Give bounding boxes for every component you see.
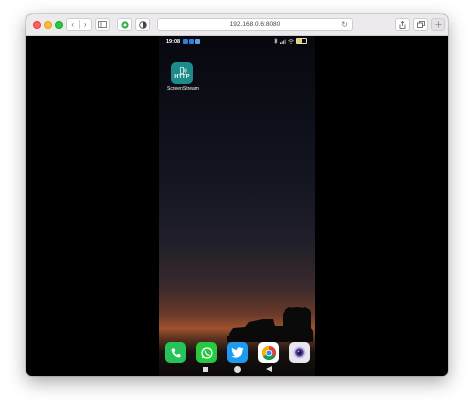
notification-icons bbox=[183, 39, 200, 44]
phone-nav-bar bbox=[159, 364, 315, 376]
battery-icon bbox=[296, 38, 307, 44]
recents-button[interactable] bbox=[203, 367, 208, 372]
screenstream-app-icon[interactable]: HTTP bbox=[171, 62, 193, 84]
camera-lens-icon bbox=[293, 346, 306, 359]
back-forward-group: ‹ › bbox=[66, 18, 92, 31]
share-icon bbox=[399, 20, 406, 29]
home-button[interactable] bbox=[234, 366, 241, 373]
phone-status-bar: 19:08 bbox=[159, 36, 315, 48]
twitter-bird-icon bbox=[231, 347, 244, 358]
truck-silhouette bbox=[227, 307, 313, 342]
app-label: ScreenStream bbox=[167, 86, 199, 92]
chrome-app-icon[interactable] bbox=[258, 342, 279, 363]
status-time: 19:08 bbox=[166, 39, 181, 45]
sidebar-toggle-button[interactable] bbox=[95, 18, 110, 31]
browser-window: ‹ › 192.168.0.6:8080 ↻ 19:08 HTTP Screen… bbox=[26, 14, 448, 376]
notification-icon bbox=[183, 39, 188, 44]
dark-mode-button[interactable] bbox=[135, 18, 150, 31]
back-nav-button[interactable] bbox=[266, 366, 272, 372]
app-icon-text: HTTP bbox=[174, 73, 190, 80]
sidebar-icon bbox=[98, 21, 107, 28]
twitter-app-icon[interactable] bbox=[227, 342, 248, 363]
maximize-window-button[interactable] bbox=[55, 21, 63, 29]
address-bar[interactable]: 192.168.0.6:8080 ↻ bbox=[157, 18, 353, 31]
browser-toolbar: ‹ › 192.168.0.6:8080 ↻ bbox=[26, 14, 448, 36]
show-tabs-button[interactable] bbox=[413, 18, 428, 31]
whatsapp-icon bbox=[200, 346, 213, 359]
phone-handset-icon bbox=[171, 348, 180, 357]
share-button[interactable] bbox=[395, 18, 410, 31]
new-tab-button[interactable] bbox=[431, 18, 445, 31]
forward-button[interactable]: › bbox=[80, 20, 92, 29]
phone-screen-stream[interactable]: 19:08 HTTP ScreenStream bbox=[159, 36, 315, 376]
whatsapp-app-icon[interactable] bbox=[196, 342, 217, 363]
close-window-button[interactable] bbox=[33, 21, 41, 29]
notification-icon bbox=[189, 39, 194, 44]
phone-app-icon[interactable] bbox=[165, 342, 186, 363]
system-icons bbox=[274, 38, 307, 44]
reload-icon[interactable]: ↻ bbox=[341, 20, 348, 29]
back-button[interactable]: ‹ bbox=[67, 20, 80, 29]
camera-app-icon[interactable] bbox=[289, 342, 310, 363]
minimize-window-button[interactable] bbox=[44, 21, 52, 29]
shield-icon bbox=[120, 20, 129, 29]
signal-icon bbox=[280, 39, 286, 44]
phone-broadcast-icon bbox=[179, 66, 187, 74]
bluetooth-icon bbox=[274, 38, 278, 44]
page-content: 19:08 HTTP ScreenStream bbox=[26, 36, 448, 376]
url-text: 192.168.0.6:8080 bbox=[229, 21, 281, 28]
plus-icon bbox=[435, 21, 441, 28]
notification-icon bbox=[195, 39, 200, 44]
privacy-extension-button[interactable] bbox=[117, 18, 132, 31]
tabs-icon bbox=[416, 21, 425, 28]
wifi-icon bbox=[288, 38, 294, 44]
contrast-icon bbox=[138, 20, 147, 29]
chrome-icon bbox=[261, 345, 276, 360]
